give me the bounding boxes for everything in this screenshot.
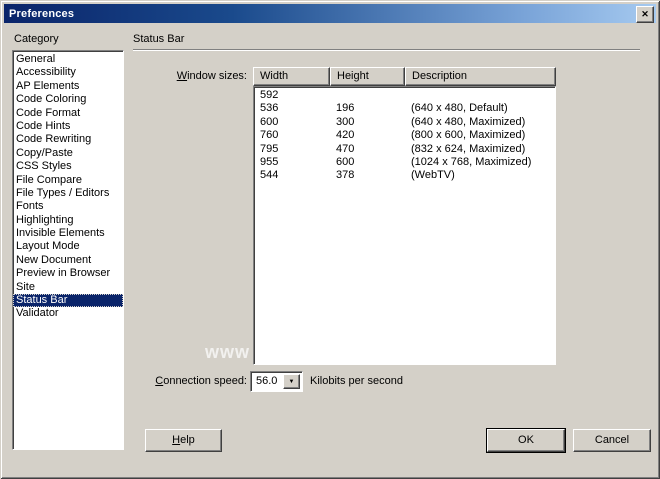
category-item-new-document[interactable]: New Document [13,254,123,267]
category-item-preview-in-browser[interactable]: Preview in Browser [13,267,123,280]
category-item-code-format[interactable]: Code Format [13,107,123,120]
table-row[interactable]: 600 300 (640 x 480, Maximized) [254,116,555,129]
cell-height [330,89,405,102]
category-item-ap-elements[interactable]: AP Elements [13,80,123,93]
close-button[interactable]: ✕ [636,6,654,23]
title-bar: Preferences [4,4,656,23]
category-item-code-rewriting[interactable]: Code Rewriting [13,133,123,146]
category-item-layout-mode[interactable]: Layout Mode [13,240,123,253]
connection-speed-unit: Kilobits per second [310,375,403,387]
category-item-general[interactable]: General [13,53,123,66]
help-button[interactable]: Help [145,429,222,452]
category-item-file-types-editors[interactable]: File Types / Editors [13,187,123,200]
column-header-height[interactable]: Height [330,67,405,86]
cell-description [405,89,555,102]
category-item-accessibility[interactable]: Accessibility [13,66,123,79]
connection-speed-label: Connection speed: [130,375,247,387]
connection-speed-value: 56.0 [253,374,284,389]
cell-height: 196 [330,102,405,115]
panel-title: Status Bar [133,33,184,45]
category-item-file-compare[interactable]: File Compare [13,174,123,187]
cell-width: 536 [254,102,330,115]
category-item-highlighting[interactable]: Highlighting [13,214,123,227]
category-list[interactable]: General Accessibility AP Elements Code C… [12,50,124,450]
cell-width: 544 [254,169,330,182]
watermark-text: www [205,342,250,363]
window-sizes-table: Width Height Description 592 536 196 (64… [253,67,556,365]
category-item-status-bar[interactable]: Status Bar [13,294,123,307]
table-row[interactable]: 536 196 (640 x 480, Default) [254,102,555,115]
category-item-code-hints[interactable]: Code Hints [13,120,123,133]
cell-description: (WebTV) [405,169,555,182]
cell-height: 470 [330,143,405,156]
header-divider [133,49,640,51]
chevron-down-icon: ▼ [289,379,295,385]
table-body[interactable]: 592 536 196 (640 x 480, Default) 600 300… [253,86,556,365]
table-row[interactable]: 795 470 (832 x 624, Maximized) [254,143,555,156]
cancel-button[interactable]: Cancel [573,429,651,452]
category-item-copy-paste[interactable]: Copy/Paste [13,147,123,160]
category-label: Category [14,33,59,45]
category-item-code-coloring[interactable]: Code Coloring [13,93,123,106]
cell-height: 420 [330,129,405,142]
window-title: Preferences [9,8,74,20]
cell-width: 955 [254,156,330,169]
category-item-validator[interactable]: Validator [13,307,123,320]
cell-description: (640 x 480, Default) [405,102,555,115]
cell-width: 600 [254,116,330,129]
column-header-description[interactable]: Description [405,67,556,86]
table-row[interactable]: 760 420 (800 x 600, Maximized) [254,129,555,142]
dropdown-button[interactable]: ▼ [283,374,300,389]
column-header-width[interactable]: Width [253,67,330,86]
close-icon: ✕ [641,10,649,19]
cell-height: 300 [330,116,405,129]
cell-width: 592 [254,89,330,102]
table-row[interactable]: 955 600 (1024 x 768, Maximized) [254,156,555,169]
preferences-dialog: Preferences ✕ Category Status Bar Genera… [0,0,660,479]
cell-height: 378 [330,169,405,182]
category-item-fonts[interactable]: Fonts [13,200,123,213]
cell-description: (640 x 480, Maximized) [405,116,555,129]
cell-width: 795 [254,143,330,156]
cell-description: (800 x 600, Maximized) [405,129,555,142]
window-sizes-label: Window sizes: [130,70,247,82]
category-item-invisible-elements[interactable]: Invisible Elements [13,227,123,240]
table-row[interactable]: 544 378 (WebTV) [254,169,555,182]
connection-speed-select[interactable]: 56.0 ▼ [250,371,303,392]
category-item-site[interactable]: Site [13,281,123,294]
cell-height: 600 [330,156,405,169]
cell-description: (1024 x 768, Maximized) [405,156,555,169]
ok-button[interactable]: OK [487,429,565,452]
cell-description: (832 x 624, Maximized) [405,143,555,156]
cell-width: 760 [254,129,330,142]
category-item-css-styles[interactable]: CSS Styles [13,160,123,173]
table-header: Width Height Description [253,67,556,86]
table-row[interactable]: 592 [254,89,555,102]
